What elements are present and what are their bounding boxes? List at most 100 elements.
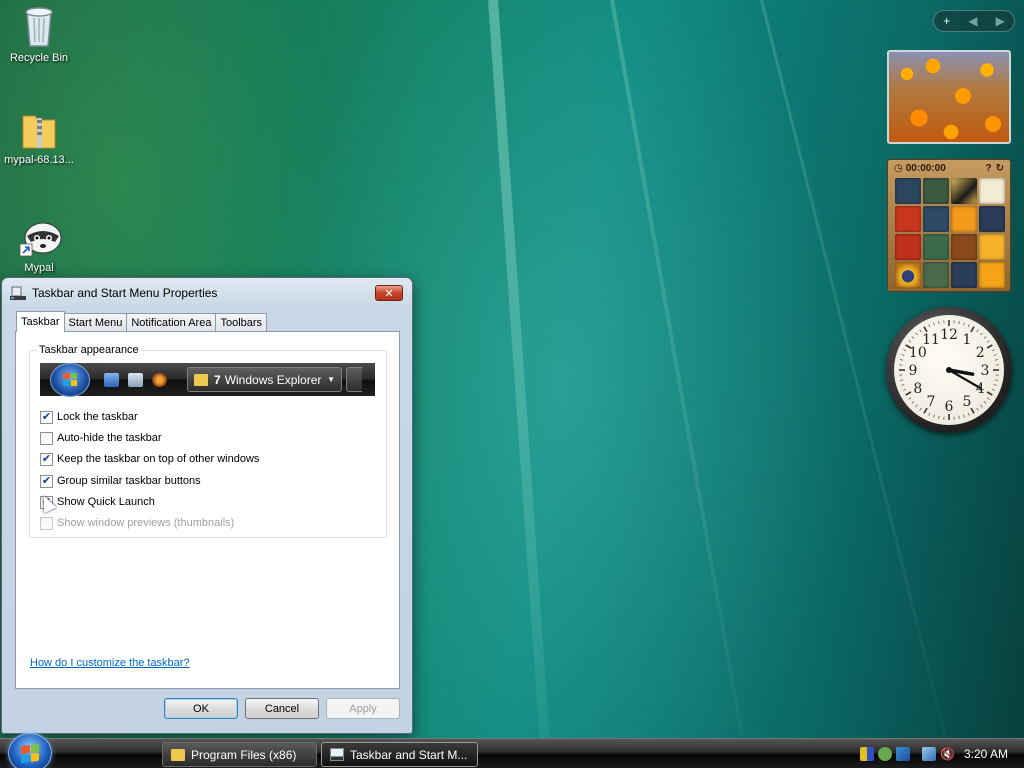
desktop-icon-mypal-archive[interactable]: mypal-68.13... bbox=[1, 106, 77, 166]
network-icon[interactable] bbox=[922, 747, 936, 761]
picture-puzzle-gadget[interactable]: ◷ 00:00:00 ? ↻ bbox=[887, 159, 1011, 292]
clock-tick bbox=[900, 379, 904, 381]
add-gadget-icon[interactable]: + bbox=[943, 14, 950, 28]
ok-button[interactable]: OK bbox=[164, 698, 238, 719]
puzzle-tile[interactable] bbox=[951, 262, 977, 288]
puzzle-tile[interactable] bbox=[951, 234, 977, 260]
clock-tick bbox=[986, 344, 993, 349]
shuffle-icon[interactable]: ↻ bbox=[996, 163, 1004, 174]
network-people-icon[interactable] bbox=[878, 747, 892, 761]
option-label: Auto-hide the taskbar bbox=[57, 432, 162, 444]
clock-face: 12 1 2 3 4 5 6 7 8 9 10 11 bbox=[894, 315, 1004, 425]
puzzle-tile[interactable] bbox=[895, 178, 921, 204]
dialog-titlebar[interactable]: Taskbar and Start Menu Properties bbox=[2, 278, 412, 308]
clock-tick bbox=[933, 414, 935, 418]
tab-notification-area[interactable]: Notification Area bbox=[126, 313, 217, 332]
desktop-icon-mypal[interactable]: Mypal bbox=[1, 214, 77, 274]
chevron-down-icon: ▼ bbox=[327, 375, 335, 384]
clock-gadget[interactable]: 12 1 2 3 4 5 6 7 8 9 10 11 bbox=[886, 307, 1012, 433]
clock-tick bbox=[928, 324, 931, 328]
clock-tick bbox=[938, 321, 940, 325]
start-button[interactable] bbox=[8, 733, 52, 768]
clock-number: 3 bbox=[981, 363, 990, 379]
clock-tick bbox=[980, 404, 983, 408]
clock-number: 9 bbox=[909, 363, 918, 379]
dialog-tabs: Taskbar Start Menu Notification Area Too… bbox=[16, 311, 268, 332]
clock-tick bbox=[983, 401, 987, 404]
puzzle-tile[interactable] bbox=[979, 206, 1005, 232]
checkbox[interactable]: ✔ bbox=[40, 452, 53, 466]
checkbox[interactable]: ✔ bbox=[40, 410, 53, 424]
security-shield-icon[interactable] bbox=[860, 747, 874, 761]
desktop-icon-recycle-bin[interactable]: Recycle Bin bbox=[1, 4, 77, 64]
checkbox[interactable]: ✔ bbox=[40, 474, 53, 488]
puzzle-tile[interactable] bbox=[979, 234, 1005, 260]
clock-tick bbox=[976, 329, 979, 333]
apply-button: Apply bbox=[326, 698, 400, 719]
option-show-quick-launch[interactable]: ✔ Show Quick Launch bbox=[40, 494, 155, 510]
option-lock-taskbar[interactable]: ✔ Lock the taskbar bbox=[40, 409, 138, 425]
option-auto-hide[interactable]: Auto-hide the taskbar bbox=[40, 430, 162, 446]
puzzle-tile[interactable] bbox=[923, 178, 949, 204]
clock-tick bbox=[983, 336, 987, 339]
clock-tick bbox=[928, 412, 931, 416]
tab-start-menu[interactable]: Start Menu bbox=[63, 313, 128, 332]
option-keep-on-top[interactable]: ✔ Keep the taskbar on top of other windo… bbox=[40, 451, 259, 467]
clock-tick bbox=[915, 332, 918, 336]
tab-toolbars[interactable]: Toolbars bbox=[215, 313, 268, 332]
taskbar-properties-dialog: Taskbar and Start Menu Properties ✕ Task… bbox=[1, 277, 413, 734]
clock-tick bbox=[993, 354, 997, 356]
clock-tick bbox=[915, 404, 918, 408]
clock-tick bbox=[967, 412, 970, 416]
clock-tick bbox=[980, 332, 983, 336]
clock-tick bbox=[901, 354, 905, 356]
clock-center bbox=[946, 367, 952, 373]
clock-tick bbox=[903, 388, 907, 391]
clock-tick bbox=[976, 407, 979, 411]
windows-update-icon[interactable] bbox=[896, 747, 910, 761]
help-link[interactable]: How do I customize the taskbar? bbox=[30, 657, 190, 669]
close-button[interactable]: ✕ bbox=[375, 285, 403, 301]
clock-tick bbox=[986, 340, 990, 343]
checkbox bbox=[40, 516, 53, 530]
next-icon[interactable]: ▶ bbox=[996, 14, 1005, 28]
timer-icon: ◷ bbox=[894, 163, 903, 174]
option-group-buttons[interactable]: ✔ Group similar taskbar buttons bbox=[40, 473, 201, 489]
option-label: Lock the taskbar bbox=[57, 411, 138, 423]
option-window-previews: Show window previews (thumbnails) bbox=[40, 515, 234, 531]
desktop-icon-label: Mypal bbox=[24, 262, 54, 274]
checkbox[interactable] bbox=[40, 431, 53, 445]
start-orb-preview-icon bbox=[50, 362, 90, 397]
puzzle-grid bbox=[895, 178, 1005, 288]
help-icon[interactable]: ? bbox=[986, 163, 992, 174]
clock-dial: 12 1234567891011 bbox=[899, 320, 999, 420]
volume-muted-icon[interactable]: 🔇 bbox=[940, 747, 955, 761]
taskbar-item-program-files[interactable]: Program Files (x86) bbox=[162, 742, 317, 767]
puzzle-tile[interactable] bbox=[923, 262, 949, 288]
tab-taskbar[interactable]: Taskbar bbox=[16, 311, 65, 332]
system-clock[interactable]: 3:20 AM bbox=[964, 747, 1008, 761]
recycle-bin-icon bbox=[19, 4, 59, 48]
slideshow-gadget[interactable] bbox=[887, 50, 1011, 144]
puzzle-tile[interactable] bbox=[951, 178, 977, 204]
puzzle-tile[interactable] bbox=[979, 262, 1005, 288]
previous-icon[interactable]: ◀ bbox=[968, 14, 977, 28]
puzzle-tile[interactable] bbox=[895, 234, 921, 260]
clock-number: 12 bbox=[940, 327, 958, 343]
internet-explorer-icon bbox=[152, 372, 167, 387]
puzzle-tile[interactable] bbox=[951, 206, 977, 232]
raccoon-icon bbox=[19, 214, 62, 258]
cancel-button[interactable]: Cancel bbox=[245, 698, 319, 719]
clock-tick bbox=[900, 359, 904, 361]
taskbar-item-taskbar-properties[interactable]: Taskbar and Start M... bbox=[321, 742, 478, 767]
puzzle-timer: 00:00:00 bbox=[905, 163, 946, 174]
clock-tick bbox=[905, 391, 912, 396]
taskbar-properties-icon bbox=[330, 748, 344, 761]
puzzle-tile[interactable] bbox=[923, 206, 949, 232]
puzzle-tile[interactable] bbox=[979, 178, 1005, 204]
clock-number: 11 bbox=[922, 332, 940, 348]
puzzle-tile[interactable] bbox=[895, 262, 921, 288]
puzzle-tile[interactable] bbox=[923, 234, 949, 260]
puzzle-tile[interactable] bbox=[895, 206, 921, 232]
clock-tick bbox=[993, 384, 997, 386]
